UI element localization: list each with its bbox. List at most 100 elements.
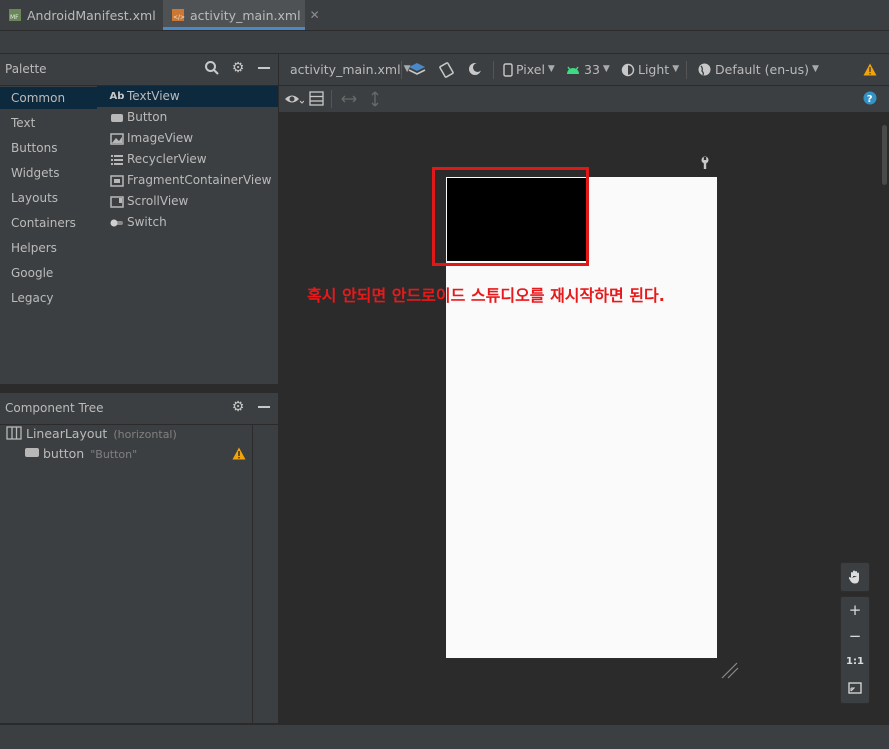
search-icon[interactable] bbox=[204, 60, 220, 76]
chevron-down-icon: ▼ bbox=[672, 64, 680, 74]
palette-items: Ab TextView Button ImageView RecyclerVie… bbox=[97, 86, 278, 384]
category-helpers[interactable]: Helpers bbox=[0, 237, 97, 259]
annotation-text: 혹시 안되면 안드로이드 스튜디오를 재시작하면 된다. bbox=[307, 286, 665, 305]
device-selector-label: Pixel bbox=[516, 62, 545, 77]
device-selector[interactable]: Pixel ▼ bbox=[503, 54, 555, 85]
gear-icon[interactable]: ⚙ bbox=[230, 399, 246, 415]
tab-label: AndroidManifest.xml bbox=[27, 7, 156, 23]
hand-pan-icon[interactable] bbox=[841, 564, 869, 590]
palette-item-label: Switch bbox=[127, 215, 167, 229]
android-icon bbox=[567, 66, 579, 74]
minimize-icon[interactable] bbox=[256, 60, 272, 76]
palette-item-label: FragmentContainerView bbox=[127, 173, 272, 187]
category-containers[interactable]: Containers bbox=[0, 212, 97, 234]
vertical-resize-icon[interactable] bbox=[367, 91, 383, 110]
category-widgets[interactable]: Widgets bbox=[0, 162, 97, 184]
warning-icon[interactable] bbox=[232, 447, 246, 463]
separator bbox=[331, 90, 332, 108]
status-bar bbox=[0, 724, 889, 749]
manifest-file-icon: MF bbox=[8, 8, 22, 22]
switch-icon bbox=[109, 212, 125, 233]
tree-item-label: button bbox=[42, 446, 85, 461]
zoom-one-to-one-button[interactable]: 1:1 bbox=[841, 649, 869, 675]
phone-icon bbox=[503, 62, 513, 77]
resize-handle-icon[interactable] bbox=[720, 662, 740, 683]
palette-header: Palette ⚙ bbox=[0, 54, 278, 86]
category-google[interactable]: Google bbox=[0, 262, 97, 284]
view-options-toolbar: ? bbox=[279, 86, 889, 113]
component-tree-title: Component Tree bbox=[5, 401, 104, 415]
svg-text:?: ? bbox=[867, 94, 873, 105]
locale-label: Default (en-us) bbox=[715, 62, 809, 77]
locale-selector[interactable]: Default (en-us) ▼ bbox=[697, 54, 819, 85]
theme-selector[interactable]: Light ▼ bbox=[621, 54, 679, 85]
zoom-to-fit-icon[interactable] bbox=[841, 675, 869, 701]
button-icon bbox=[109, 107, 125, 128]
zoom-in-button[interactable]: + bbox=[841, 597, 869, 623]
component-tree-header: Component Tree ⚙ bbox=[0, 393, 278, 425]
api-level-selector[interactable]: 33 ▼ bbox=[565, 54, 610, 85]
chevron-down-icon: ▼ bbox=[811, 64, 819, 74]
zoom-out-button[interactable]: − bbox=[841, 623, 869, 649]
tree-item-linearlayout[interactable]: LinearLayout (horizontal) bbox=[6, 424, 177, 444]
separator bbox=[493, 61, 494, 79]
category-buttons[interactable]: Buttons bbox=[0, 137, 97, 159]
tree-divider bbox=[252, 425, 253, 723]
tab-android-manifest[interactable]: MF AndroidManifest.xml ✕ bbox=[8, 0, 175, 30]
svg-text:MF: MF bbox=[10, 14, 19, 21]
annotation-highlight-box bbox=[432, 167, 589, 266]
rotate-icon bbox=[439, 61, 454, 78]
chevron-down-icon: ▼ bbox=[602, 64, 610, 74]
gear-icon[interactable]: ⚙ bbox=[230, 60, 246, 76]
layout-file-icon: </> bbox=[171, 8, 185, 22]
palette-item-label: TextView bbox=[127, 89, 180, 103]
category-layouts[interactable]: Layouts bbox=[0, 187, 97, 209]
palette-item-switch[interactable]: Switch bbox=[97, 212, 278, 233]
theme-icon bbox=[621, 63, 635, 76]
category-legacy[interactable]: Legacy bbox=[0, 287, 97, 309]
orientation-button[interactable] bbox=[437, 54, 457, 85]
warning-icon[interactable] bbox=[863, 63, 877, 79]
palette-item-scrollview[interactable]: ScrollView bbox=[97, 191, 278, 212]
palette-panel: Palette ⚙ Common Text Buttons Widgets La… bbox=[0, 54, 279, 384]
scrollview-icon bbox=[109, 191, 125, 212]
file-selector[interactable]: activity_main.xml ▼ bbox=[290, 54, 411, 85]
file-selector-label: activity_main.xml bbox=[290, 62, 401, 77]
night-mode-icon bbox=[469, 62, 482, 75]
horizontal-resize-icon[interactable] bbox=[341, 91, 357, 110]
textview-icon: Ab bbox=[109, 91, 125, 102]
palette-item-recyclerview[interactable]: RecyclerView bbox=[97, 149, 278, 170]
eye-icon[interactable] bbox=[284, 91, 305, 110]
night-mode-button[interactable] bbox=[467, 54, 485, 85]
layers-icon bbox=[408, 62, 426, 75]
linearlayout-icon bbox=[6, 426, 22, 440]
tree-item-label: LinearLayout bbox=[25, 426, 108, 441]
wrench-icon[interactable] bbox=[699, 156, 711, 173]
palette-item-fragmentcontainerview[interactable]: FragmentContainerView bbox=[97, 170, 278, 191]
svg-text:</>: </> bbox=[173, 14, 185, 21]
help-icon[interactable]: ? bbox=[863, 91, 877, 108]
close-tab-icon[interactable]: ✕ bbox=[310, 8, 320, 22]
minimize-icon[interactable] bbox=[256, 399, 272, 415]
design-toolbar: activity_main.xml ▼ Pixel ▼ 33 ▼ Light ▼ Def… bbox=[279, 54, 889, 86]
palette-item-imageview[interactable]: ImageView bbox=[97, 128, 278, 149]
category-common[interactable]: Common bbox=[0, 87, 97, 109]
fragment-container-icon bbox=[109, 170, 125, 191]
blueprint-toggle-icon[interactable] bbox=[309, 91, 325, 110]
design-surface-button[interactable] bbox=[408, 54, 428, 85]
canvas-scrollbar[interactable] bbox=[882, 125, 887, 185]
palette-item-label: ScrollView bbox=[127, 194, 189, 208]
palette-categories: Common Text Buttons Widgets Layouts Cont… bbox=[0, 86, 97, 384]
recyclerview-icon bbox=[109, 149, 125, 170]
tree-item-detail: (horizontal) bbox=[113, 428, 177, 441]
button-icon bbox=[25, 448, 39, 457]
tool-strip bbox=[0, 31, 889, 54]
tree-item-button[interactable]: button "Button" bbox=[25, 444, 137, 464]
tab-activity-main[interactable]: </> activity_main.xml ✕ bbox=[163, 0, 320, 30]
palette-item-textview[interactable]: Ab TextView bbox=[97, 86, 278, 107]
panel-divider[interactable] bbox=[0, 384, 278, 393]
palette-item-label: ImageView bbox=[127, 131, 194, 145]
globe-icon bbox=[698, 63, 711, 76]
category-text[interactable]: Text bbox=[0, 112, 97, 134]
palette-item-button[interactable]: Button bbox=[97, 107, 278, 128]
